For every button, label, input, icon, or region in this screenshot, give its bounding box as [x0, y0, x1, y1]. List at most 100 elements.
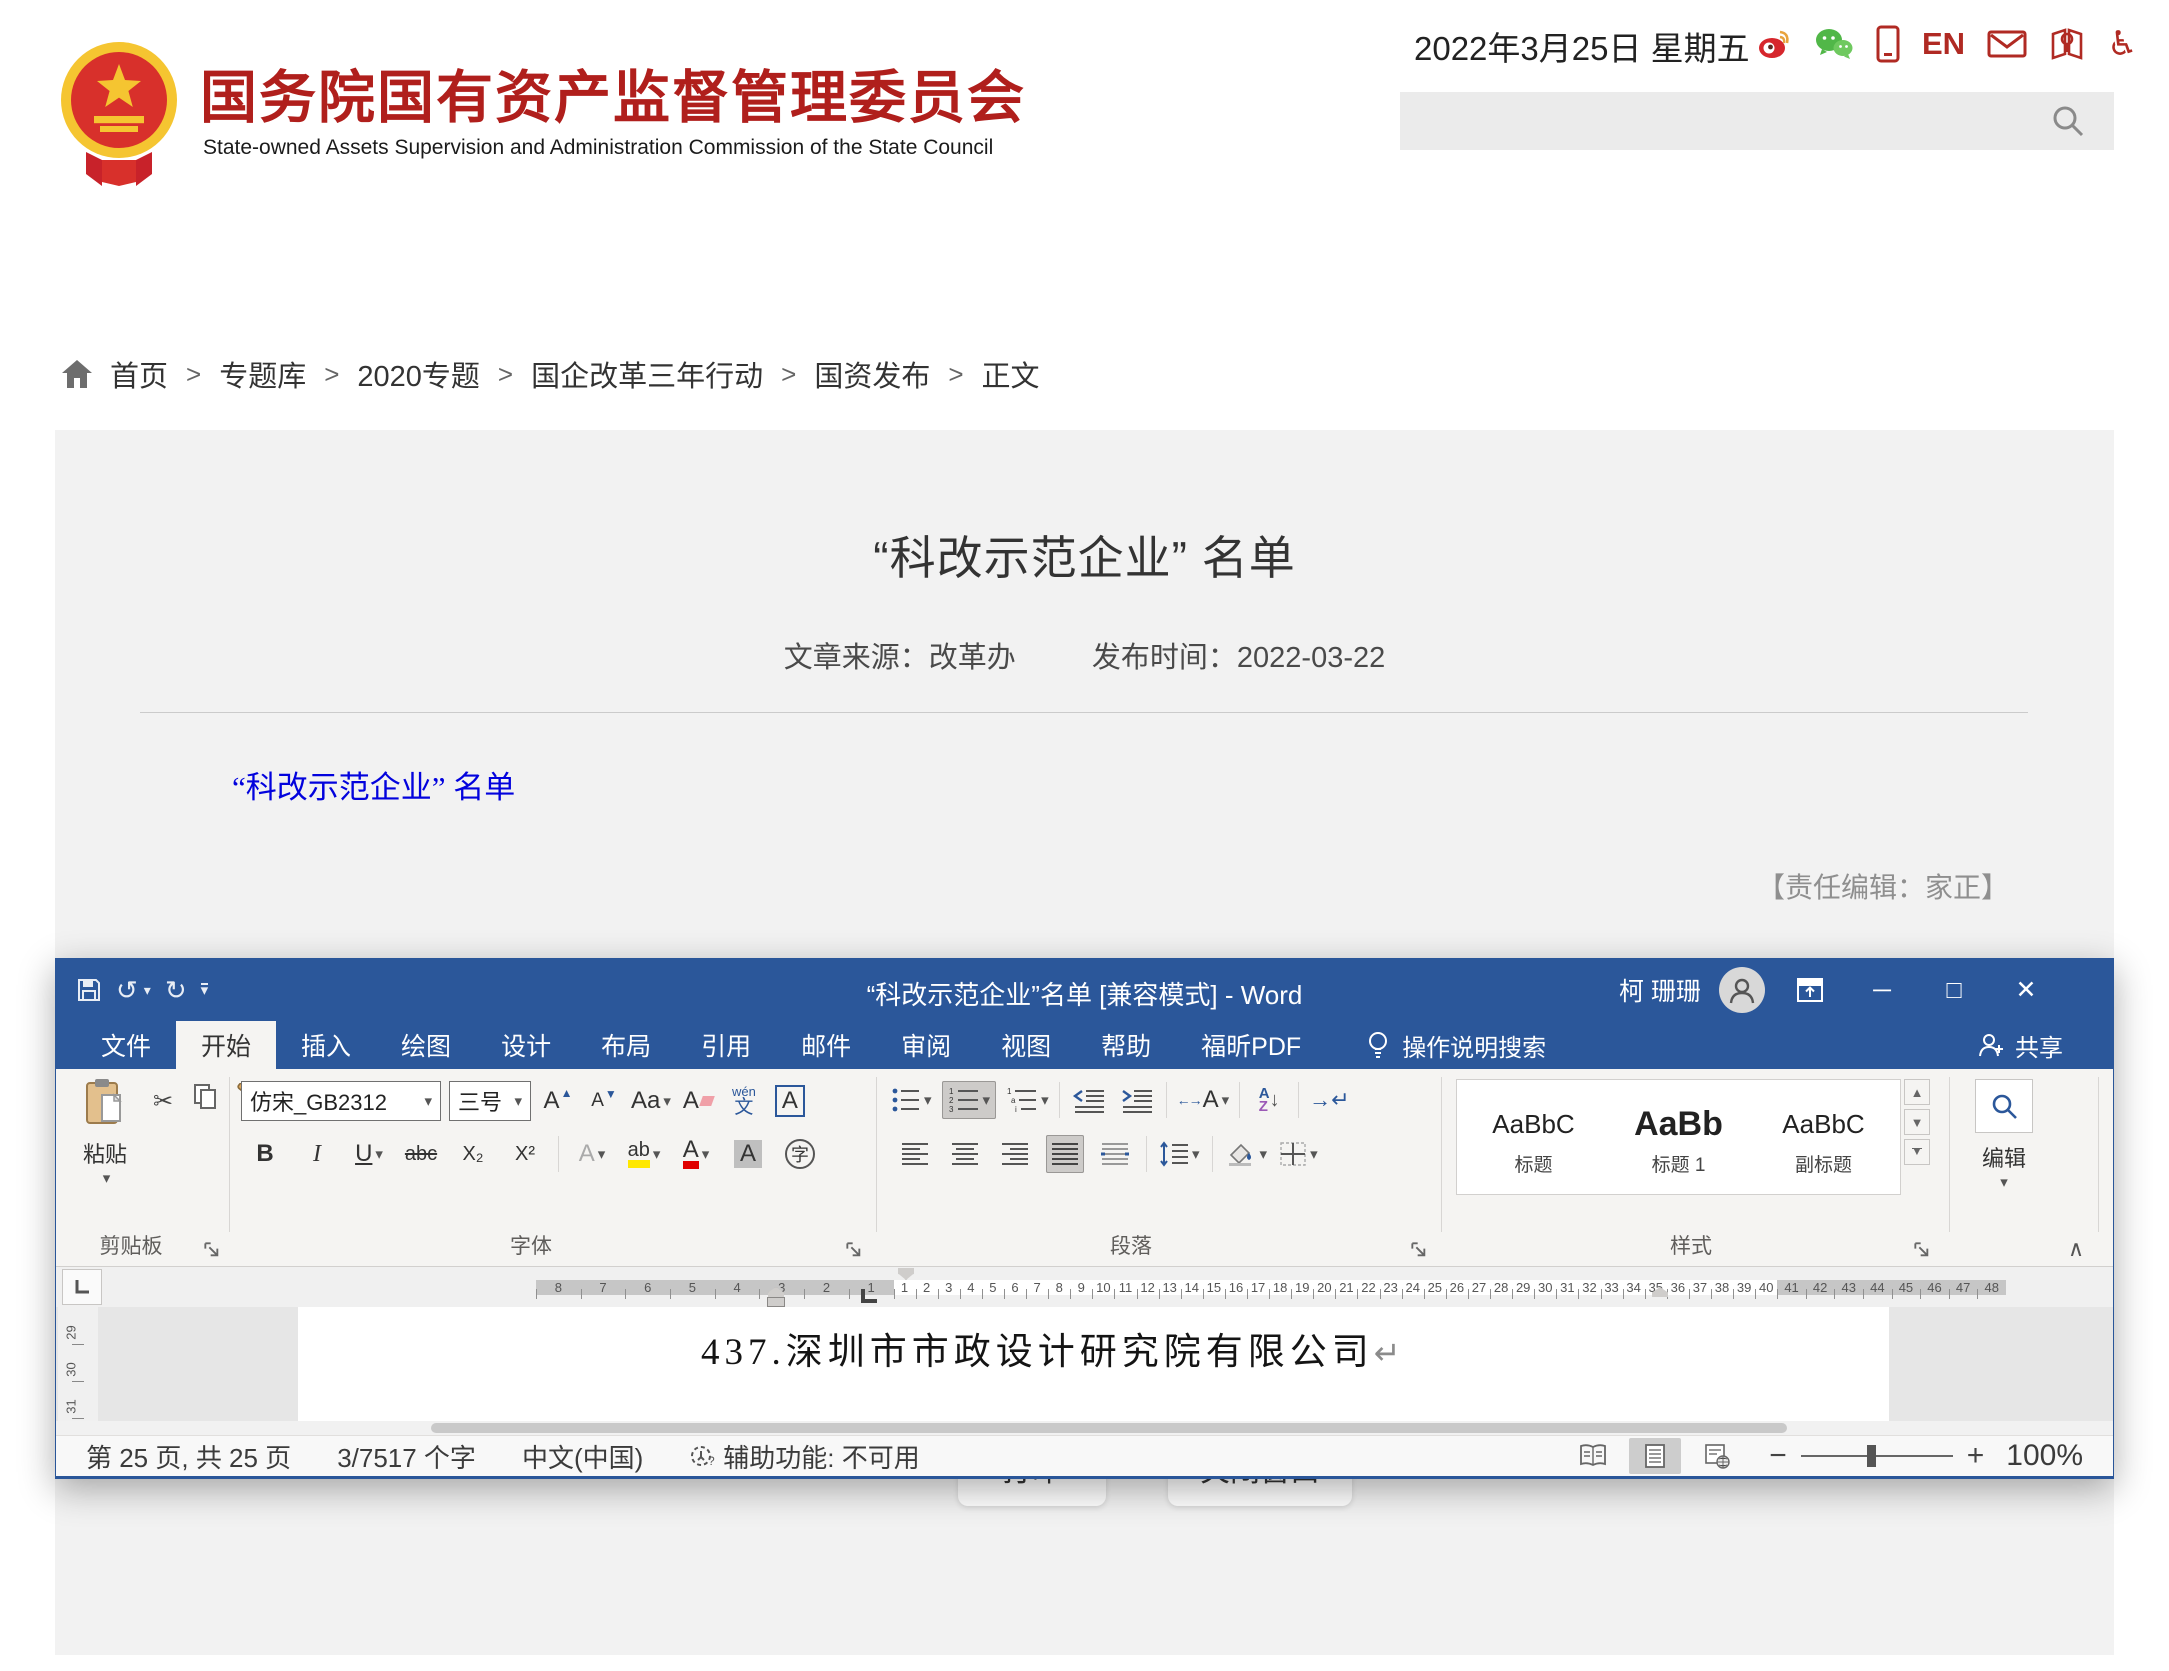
cut-icon[interactable]: ✂: [144, 1085, 182, 1119]
styles-more-icon[interactable]: ▼: [1904, 1139, 1930, 1165]
language-indicator[interactable]: 中文(中国): [522, 1438, 643, 1475]
ribbon-display-options-icon[interactable]: [1783, 976, 1837, 1004]
page-indicator[interactable]: 第 25 页, 共 25 页: [86, 1438, 291, 1475]
style-subtitle[interactable]: AaBbC 副标题: [1751, 1098, 1896, 1177]
find-button[interactable]: [1975, 1079, 2033, 1133]
edit-dropdown-icon[interactable]: ▾: [1964, 1173, 2044, 1191]
edit-label[interactable]: 编辑: [1964, 1141, 2044, 1173]
tell-me-search[interactable]: 操作说明搜索: [1366, 1021, 1546, 1069]
zoom-percent[interactable]: 100%: [2006, 1439, 2083, 1473]
enclose-characters-button[interactable]: 字: [781, 1135, 819, 1173]
share-button[interactable]: 共享: [1977, 1021, 2063, 1069]
tab-home[interactable]: 开始: [176, 1021, 276, 1069]
word-count[interactable]: 3/7517 个字: [337, 1438, 476, 1475]
attachment-link[interactable]: “科改示范企业” 名单: [232, 762, 515, 807]
shading-button[interactable]: ▾: [1225, 1135, 1268, 1173]
read-mode-icon[interactable]: [1567, 1438, 1619, 1474]
sort-button[interactable]: A Z ↓: [1250, 1081, 1288, 1119]
tab-review[interactable]: 审阅: [876, 1021, 976, 1069]
highlight-button[interactable]: ab ▾: [625, 1135, 663, 1173]
tab-mailings[interactable]: 邮件: [776, 1021, 876, 1069]
breadcrumb-release[interactable]: 国资发布: [814, 353, 930, 395]
distribute-button[interactable]: [1096, 1135, 1134, 1173]
maximize-button[interactable]: □: [1927, 976, 1981, 1005]
accessibility-icon[interactable]: ♿: [2107, 26, 2137, 62]
font-name-combo[interactable]: 仿宋_GB2312 ▾: [241, 1081, 441, 1121]
home-icon[interactable]: [60, 357, 94, 391]
document-text-line[interactable]: 437.深圳市市政设计研究院有限公司↵: [701, 1321, 1401, 1375]
character-border-button[interactable]: A: [771, 1082, 809, 1120]
bullet-list-button[interactable]: ▾: [891, 1081, 932, 1119]
mobile-icon[interactable]: [1876, 25, 1900, 63]
document-page[interactable]: 437.深圳市市政设计研究院有限公司↵: [298, 1307, 1889, 1421]
show-hide-marks-button[interactable]: →↵: [1309, 1081, 1349, 1119]
web-layout-icon[interactable]: [1691, 1438, 1743, 1474]
zoom-in-icon[interactable]: +: [1967, 1439, 1985, 1473]
close-button[interactable]: ✕: [1999, 975, 2053, 1005]
site-search-input[interactable]: [1400, 92, 2114, 150]
clipboard-dialog-launcher-icon[interactable]: [204, 1242, 220, 1258]
numbered-list-button[interactable]: 1 2 3 ▾: [942, 1081, 997, 1119]
breadcrumb-home[interactable]: 首页: [110, 353, 168, 395]
tab-references[interactable]: 引用: [676, 1021, 776, 1069]
asian-layout-button[interactable]: ←→ A ▾: [1177, 1081, 1230, 1119]
font-dialog-launcher-icon[interactable]: [846, 1242, 862, 1258]
phonetic-guide-button[interactable]: wén 文: [725, 1082, 763, 1120]
multilevel-list-button[interactable]: 1 a i ▾: [1006, 1081, 1049, 1119]
tab-help[interactable]: 帮助: [1076, 1021, 1176, 1069]
line-spacing-button[interactable]: ▾: [1159, 1135, 1200, 1173]
superscript-button[interactable]: X²: [506, 1135, 544, 1173]
styles-scroll-up-icon[interactable]: ▲: [1904, 1079, 1930, 1105]
font-size-combo[interactable]: 三号 ▾: [449, 1081, 531, 1121]
tab-layout[interactable]: 布局: [576, 1021, 676, 1069]
horizontal-scrollbar-thumb[interactable]: [431, 1423, 1787, 1433]
breadcrumb-topics[interactable]: 专题库: [219, 353, 306, 395]
wechat-icon[interactable]: [1814, 26, 1854, 62]
accessibility-status[interactable]: ? 辅助功能: 不可用: [689, 1438, 919, 1475]
subscript-button[interactable]: X₂: [454, 1135, 492, 1173]
tab-file[interactable]: 文件: [76, 1021, 176, 1069]
strikethrough-button[interactable]: abc: [402, 1135, 440, 1173]
underline-button[interactable]: U▾: [350, 1135, 388, 1173]
location-icon[interactable]: [2049, 26, 2085, 62]
breadcrumb-2020[interactable]: 2020专题: [357, 353, 480, 395]
tab-stop-marker[interactable]: [861, 1289, 877, 1303]
zoom-slider[interactable]: [1801, 1444, 1953, 1468]
borders-button[interactable]: ▾: [1279, 1135, 1318, 1173]
text-effects-button[interactable]: A▾: [573, 1135, 611, 1173]
minimize-button[interactable]: ─: [1855, 976, 1909, 1005]
style-heading1[interactable]: AaBb 标题 1: [1606, 1098, 1751, 1177]
zoom-slider-thumb[interactable]: [1867, 1445, 1876, 1467]
align-center-button[interactable]: [946, 1135, 984, 1173]
avatar[interactable]: [1719, 967, 1765, 1013]
bold-button[interactable]: B: [246, 1135, 284, 1173]
tab-draw[interactable]: 绘图: [376, 1021, 476, 1069]
horizontal-scrollbar[interactable]: [56, 1421, 2113, 1435]
font-color-button[interactable]: A ▾: [677, 1135, 715, 1173]
italic-button[interactable]: I: [298, 1135, 336, 1173]
english-version-link[interactable]: EN: [1922, 26, 1965, 62]
change-case-button[interactable]: Aa▾: [631, 1082, 671, 1120]
styles-scroll-down-icon[interactable]: ▼: [1904, 1109, 1930, 1135]
vertical-ruler[interactable]: 293031: [58, 1307, 98, 1421]
tab-insert[interactable]: 插入: [276, 1021, 376, 1069]
tab-selector[interactable]: [62, 1269, 102, 1305]
copy-icon[interactable]: [186, 1079, 224, 1113]
tab-foxit-pdf[interactable]: 福昕PDF: [1176, 1021, 1326, 1069]
styles-dialog-launcher-icon[interactable]: [1914, 1242, 1930, 1258]
character-shading-button[interactable]: A: [729, 1135, 767, 1173]
weibo-icon[interactable]: [1756, 26, 1792, 62]
breadcrumb-reform-action[interactable]: 国企改革三年行动: [531, 353, 763, 395]
style-title[interactable]: AaBbC 标题: [1461, 1098, 1606, 1177]
justify-button[interactable]: [1046, 1135, 1084, 1173]
decrease-indent-button[interactable]: [1070, 1081, 1108, 1119]
left-indent-marker[interactable]: [768, 1298, 784, 1306]
align-right-button[interactable]: [996, 1135, 1034, 1173]
collapse-ribbon-icon[interactable]: ∧: [2068, 1236, 2084, 1262]
user-name[interactable]: 柯 珊珊: [1619, 972, 1701, 1008]
increase-indent-button[interactable]: [1118, 1081, 1156, 1119]
paragraph-dialog-launcher-icon[interactable]: [1411, 1242, 1427, 1258]
grow-font-button[interactable]: A▲: [539, 1082, 577, 1120]
zoom-out-icon[interactable]: −: [1769, 1439, 1787, 1473]
mail-icon[interactable]: [1987, 29, 2027, 59]
